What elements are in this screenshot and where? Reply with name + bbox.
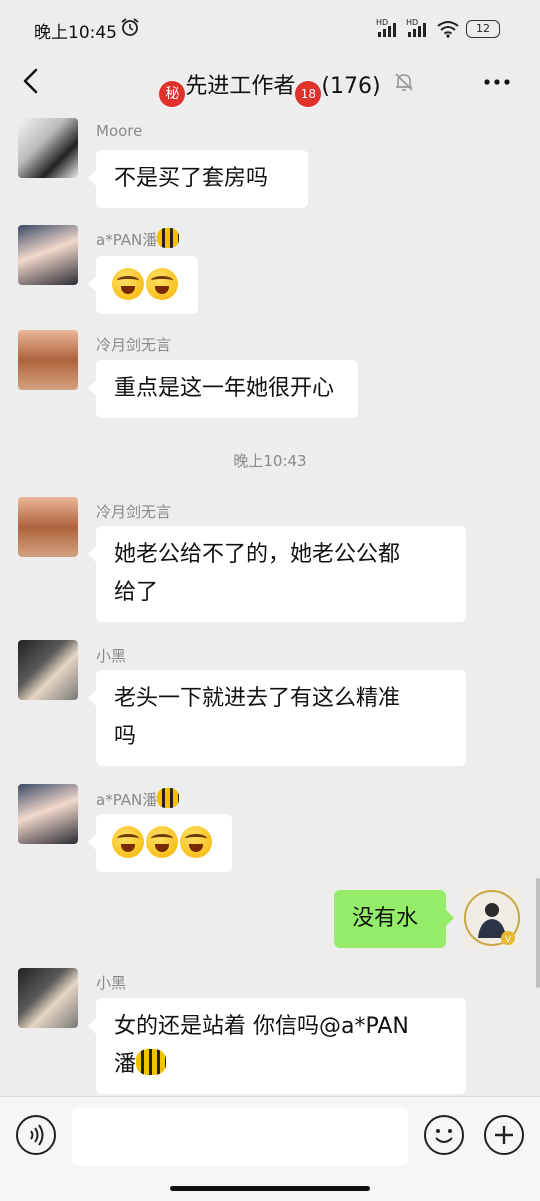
sender-name: Moore — [96, 122, 143, 140]
scrollbar[interactable] — [536, 878, 540, 988]
message-bubble[interactable]: 女的还是站着 你信吗@a*PAN 潘 — [88, 998, 466, 1094]
message-line: 给了 — [114, 580, 159, 605]
message-list[interactable]: Moore 不是买了套房吗 a*PAN潘 冷月剑无言 重点是这一年她很开心 晚上… — [0, 108, 540, 1096]
message-bubble[interactable]: 不是买了套房吗 — [88, 150, 308, 208]
bell-off-icon — [395, 73, 413, 91]
message-bubble[interactable] — [88, 814, 232, 872]
voice-icon[interactable] — [16, 1115, 56, 1155]
chat-title[interactable]: 秘先进工作者 18 (176) — [0, 68, 540, 107]
message-text: 重点是这一年她很开心 — [114, 376, 335, 401]
home-indicator — [170, 1186, 370, 1191]
alarm-icon — [121, 18, 139, 36]
avatar-lengyue[interactable] — [18, 330, 78, 390]
status-time: 晚上10:45 — [34, 23, 117, 43]
crying-face-emoji — [146, 268, 178, 300]
sender-name: 小黑 — [96, 974, 127, 992]
secret-badge: 秘 — [159, 81, 186, 107]
signal-icon-2 — [408, 23, 426, 37]
bee-emoji — [157, 788, 180, 808]
message-line: 女的还是站着 你信吗@a*PAN — [114, 1014, 409, 1039]
message-line: 潘 — [114, 1046, 448, 1084]
sender-name: a*PAN潘 — [96, 228, 180, 250]
avatar-apan[interactable] — [18, 225, 78, 285]
crying-face-emoji — [180, 826, 212, 858]
avatar-lengyue[interactable] — [18, 497, 78, 557]
bee-emoji — [157, 228, 180, 248]
status-bar: 晚上10:45 HD HD 12 — [0, 0, 540, 56]
age-badge: 18 — [295, 81, 322, 107]
sender-name: 小黑 — [96, 647, 127, 665]
avatar-apan[interactable] — [18, 784, 78, 844]
battery-indicator: 12 — [466, 20, 500, 38]
message-line: 老头一下就进去了有这么精准 — [114, 686, 401, 711]
message-bubble[interactable] — [88, 256, 198, 314]
bee-emoji — [136, 1049, 167, 1075]
svg-text:V: V — [505, 935, 512, 945]
message-bubble[interactable]: 老头一下就进去了有这么精准 吗 — [88, 670, 466, 766]
sender-name: a*PAN潘 — [96, 788, 180, 810]
message-input[interactable] — [72, 1108, 408, 1166]
avatar-xiaohei[interactable] — [18, 968, 78, 1028]
more-dots-icon[interactable] — [482, 70, 512, 94]
avatar-moore[interactable] — [18, 118, 78, 178]
sender-name: 冷月剑无言 — [96, 336, 172, 354]
avatar-self[interactable]: V — [462, 888, 522, 948]
message-line: 她老公给不了的，她老公公都 — [114, 542, 401, 567]
crying-face-emoji — [112, 826, 144, 858]
chat-header: 秘先进工作者 18 (176) — [0, 56, 540, 108]
message-text: 没有水 — [352, 906, 419, 931]
plus-icon[interactable] — [484, 1115, 524, 1155]
group-name: 先进工作者 — [185, 74, 296, 99]
sender-name: 冷月剑无言 — [96, 503, 172, 521]
message-bubble[interactable]: 她老公给不了的，她老公公都 给了 — [88, 526, 466, 622]
person-icon: V — [464, 890, 520, 946]
message-text: 不是买了套房吗 — [114, 166, 269, 191]
smiley-icon[interactable] — [424, 1115, 464, 1155]
crying-face-emoji — [146, 826, 178, 858]
avatar-xiaohei[interactable] — [18, 640, 78, 700]
message-line: 吗 — [114, 724, 137, 749]
crying-face-emoji — [112, 268, 144, 300]
time-separator: 晚上10:43 — [233, 452, 307, 470]
message-bubble[interactable]: 重点是这一年她很开心 — [88, 360, 358, 418]
signal-icon — [378, 23, 396, 37]
wifi-icon — [437, 21, 459, 38]
member-count: (176) — [321, 74, 381, 99]
input-bar — [0, 1096, 540, 1201]
my-message-bubble[interactable]: 没有水 — [334, 890, 454, 948]
